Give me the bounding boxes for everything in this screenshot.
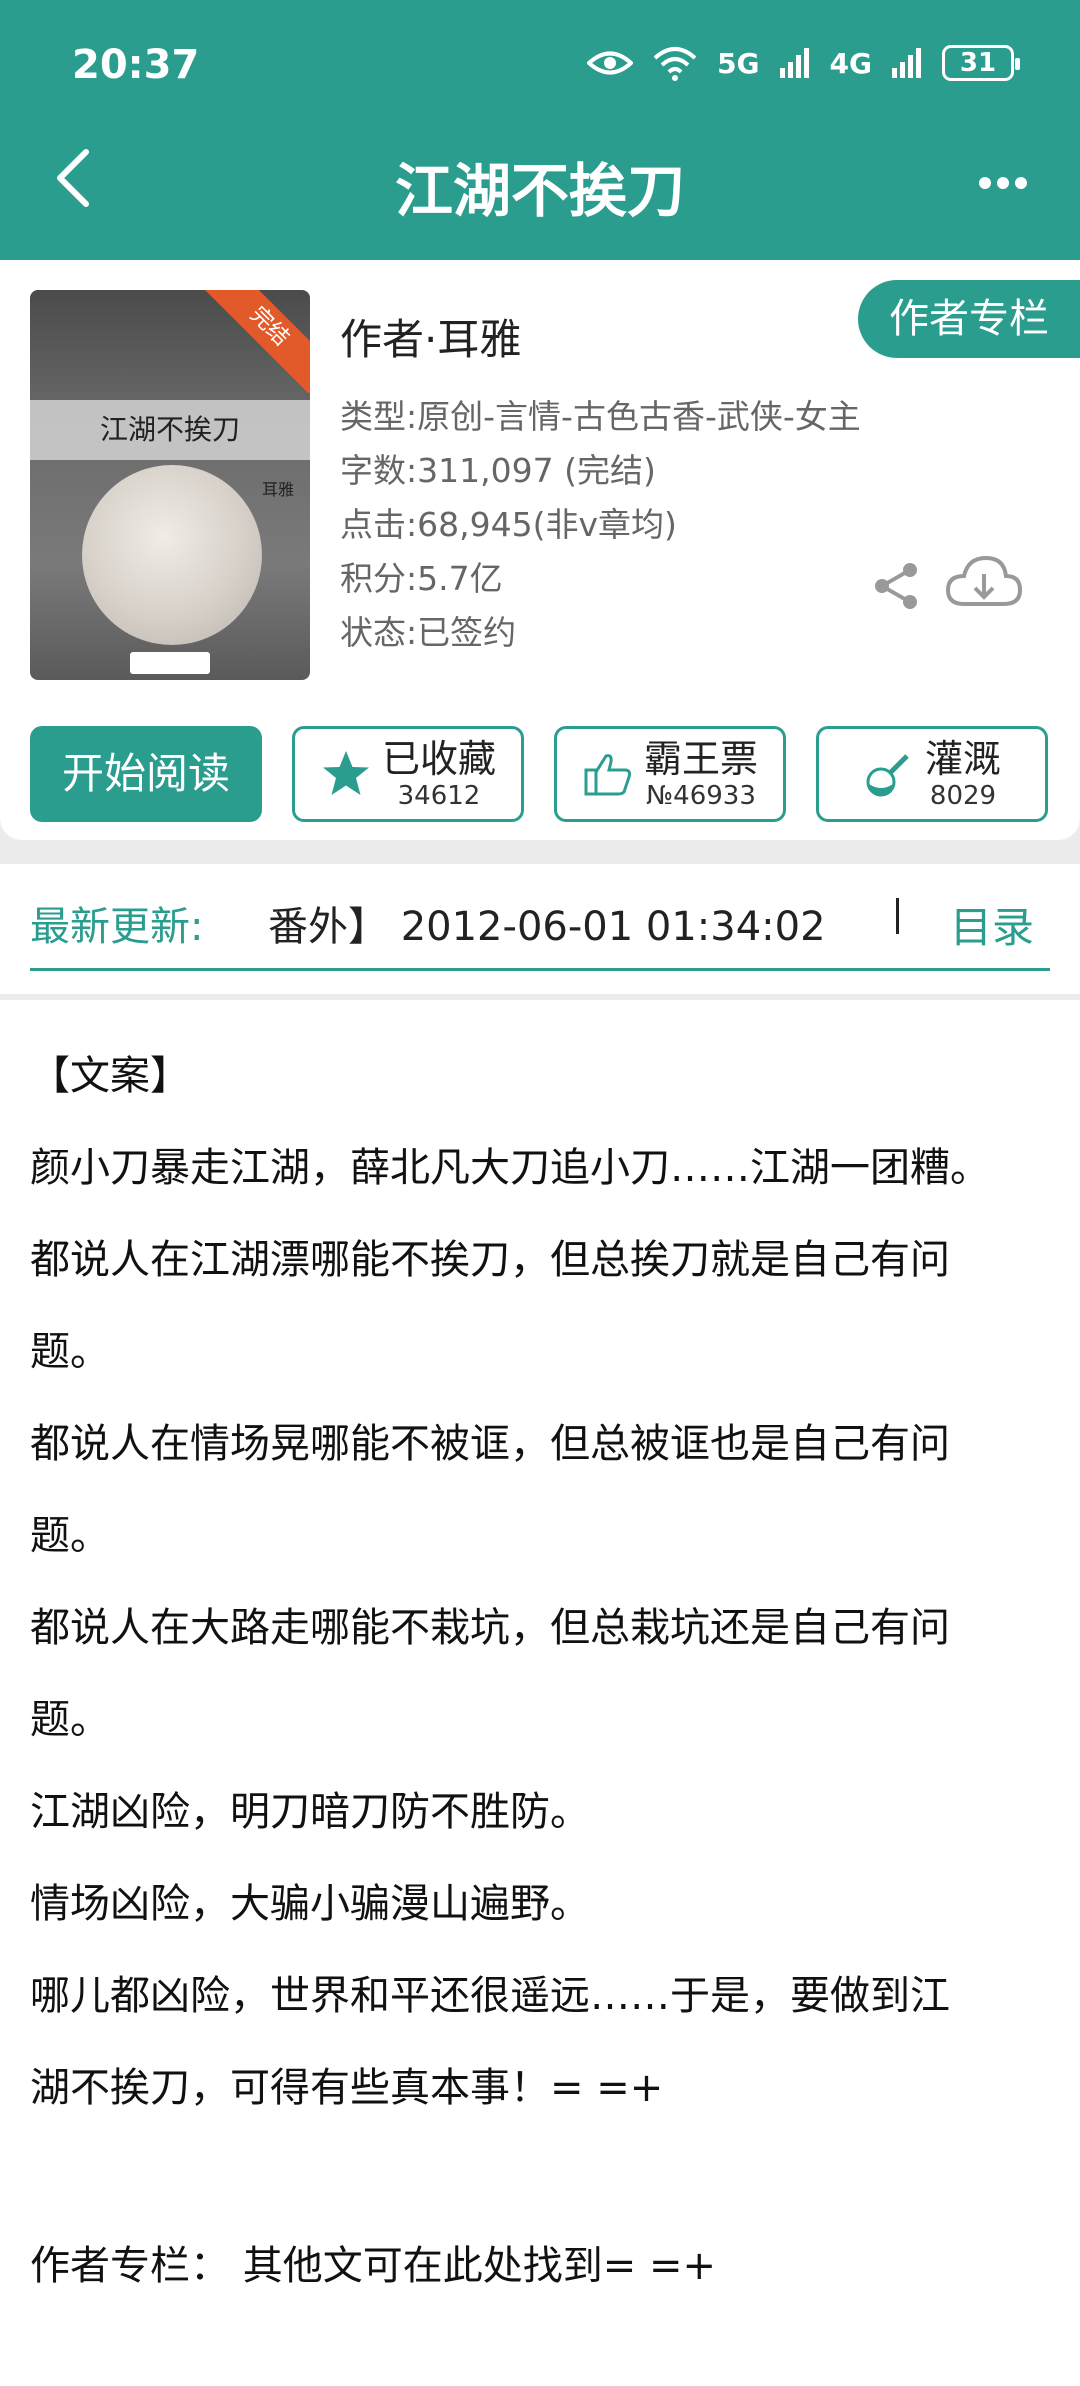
meta-key: 状态: xyxy=(340,613,418,652)
star-icon xyxy=(322,751,369,795)
share-icon[interactable] xyxy=(870,560,922,612)
meta-value: 68,945(非v章均) xyxy=(417,505,677,544)
nutrient-label: 灌溉 xyxy=(924,737,1001,781)
top-bar: 20:37 5G 4G 31 江湖不挨刀 xyxy=(0,0,1080,260)
signal-icon xyxy=(779,48,809,78)
ticket-button[interactable]: 霸王票 №46933 xyxy=(554,726,786,822)
flask-icon xyxy=(866,754,909,797)
cloud-download-icon[interactable] xyxy=(944,552,1024,616)
ticket-count: №46933 xyxy=(646,781,756,811)
meta-value: 311,097 (完结) xyxy=(417,451,656,490)
signal-icon xyxy=(892,48,921,78)
author-column-button[interactable]: 作者专栏 xyxy=(858,280,1080,358)
author-column-footer[interactable]: 作者专栏： 其他文可在此处找到= =+ xyxy=(30,2220,1050,2312)
completed-badge: 完结 xyxy=(202,290,310,394)
book-meta: 类型: 原创-言情-古色古香-武侠-女主 字数: 311,097 (完结) 点击… xyxy=(340,390,861,660)
network-4g-label: 4G xyxy=(829,46,872,80)
description-line: 江湖凶险，明刀暗刀防不胜防。 xyxy=(30,1789,590,1835)
meta-word-count: 字数: 311,097 (完结) xyxy=(340,444,861,498)
wifi-icon xyxy=(653,47,697,81)
book-description: 【文案】 颜小刀暴走江湖，薛北凡大刀追小刀……江湖一团糟。 都说人在江湖漂哪能不… xyxy=(0,1000,1080,2386)
description-line: 题。 xyxy=(30,1513,110,1559)
meta-key: 类型: xyxy=(340,397,418,436)
meta-key: 点击: xyxy=(340,505,418,544)
meta-status: 状态: 已签约 xyxy=(340,606,861,660)
collect-button[interactable]: 已收藏 34612 xyxy=(292,726,524,822)
description-line: 情场凶险，大骗小骗漫山遍野。 xyxy=(30,1881,590,1927)
meta-score: 积分: 5.7亿 xyxy=(340,552,861,606)
latest-update-label: 最新更新: xyxy=(30,904,204,950)
ticket-text: 霸王票 №46933 xyxy=(644,737,758,811)
battery-level: 31 xyxy=(959,48,997,78)
toc-link[interactable]: 目录 xyxy=(950,894,1034,955)
description-line: 都说人在情场晃哪能不被诓，但总被诓也是自己有问 xyxy=(30,1421,950,1467)
more-horizontal-icon xyxy=(979,177,1027,189)
thumbs-up-icon xyxy=(584,754,632,796)
cover-title: 江湖不挨刀 xyxy=(30,400,310,460)
meta-genre: 类型: 原创-言情-古色古香-武侠-女主 xyxy=(340,390,861,444)
ticket-label: 霸王票 xyxy=(643,737,758,781)
divider xyxy=(896,898,899,934)
meta-clicks: 点击: 68,945(非v章均) xyxy=(340,498,861,552)
latest-update-bar[interactable]: 最新更新: 番外】 2012-06-01 01:34:02 目录 xyxy=(0,864,1080,994)
description-line: 题。 xyxy=(30,1697,110,1743)
cover-moon-art xyxy=(82,465,262,645)
latest-update-text[interactable]: 番外】 2012-06-01 01:34:02 xyxy=(268,894,826,952)
network-5g-label: 5G xyxy=(717,46,760,80)
book-info-card: 江湖不挨刀 耳雅 完结 作者·耳雅 作者专栏 类型: 原创-言情-古色古香-武侠… xyxy=(0,260,1080,840)
description-line: 都说人在江湖漂哪能不挨刀，但总挨刀就是自己有问 xyxy=(30,1237,950,1283)
description-line: 都说人在大路走哪能不栽坑，但总栽坑还是自己有问 xyxy=(30,1605,950,1651)
author-name[interactable]: 作者·耳雅 xyxy=(340,306,521,367)
start-reading-button[interactable]: 开始阅读 xyxy=(30,726,262,822)
action-buttons: 开始阅读 已收藏 34612 霸王票 №46933 灌溉 8029 xyxy=(30,726,1050,822)
publisher-logo xyxy=(130,652,210,674)
meta-value: 已签约 xyxy=(417,613,517,652)
page-title: 江湖不挨刀 xyxy=(394,157,685,225)
description-line: 哪儿都凶险，世界和平还很遥远……于是，要做到江 xyxy=(30,1973,950,2019)
meta-value: 原创-言情-古色古香-武侠-女主 xyxy=(417,397,861,436)
collect-text: 已收藏 34612 xyxy=(382,737,496,811)
cover-author: 耳雅 xyxy=(261,480,294,499)
nutrient-text: 灌溉 8029 xyxy=(925,737,1001,811)
meta-value: 5.7亿 xyxy=(417,559,503,598)
meta-key: 字数: xyxy=(340,451,418,490)
description-line: 颜小刀暴走江湖，薛北凡大刀追小刀……江湖一团糟。 xyxy=(30,1145,990,1191)
collect-label: 已收藏 xyxy=(381,737,496,781)
more-button[interactable] xyxy=(978,150,1028,194)
book-cover[interactable]: 江湖不挨刀 耳雅 完结 xyxy=(30,290,310,680)
meta-key: 积分: xyxy=(340,559,418,598)
eye-icon xyxy=(587,51,634,75)
nutrient-count: 8029 xyxy=(929,781,997,811)
status-icons: 5G 4G 31 xyxy=(587,44,1020,82)
description-line: 【文案】 xyxy=(30,1053,190,1099)
battery-icon: 31 xyxy=(942,45,1020,81)
underline-divider xyxy=(30,968,1050,971)
description-line: 题。 xyxy=(30,1329,110,1375)
description-line: 湖不挨刀，可得有些真本事！= =+ xyxy=(30,2065,664,2111)
nutrient-button[interactable]: 灌溉 8029 xyxy=(816,726,1048,822)
status-time: 20:37 xyxy=(72,42,200,88)
collect-count: 34612 xyxy=(397,781,481,811)
